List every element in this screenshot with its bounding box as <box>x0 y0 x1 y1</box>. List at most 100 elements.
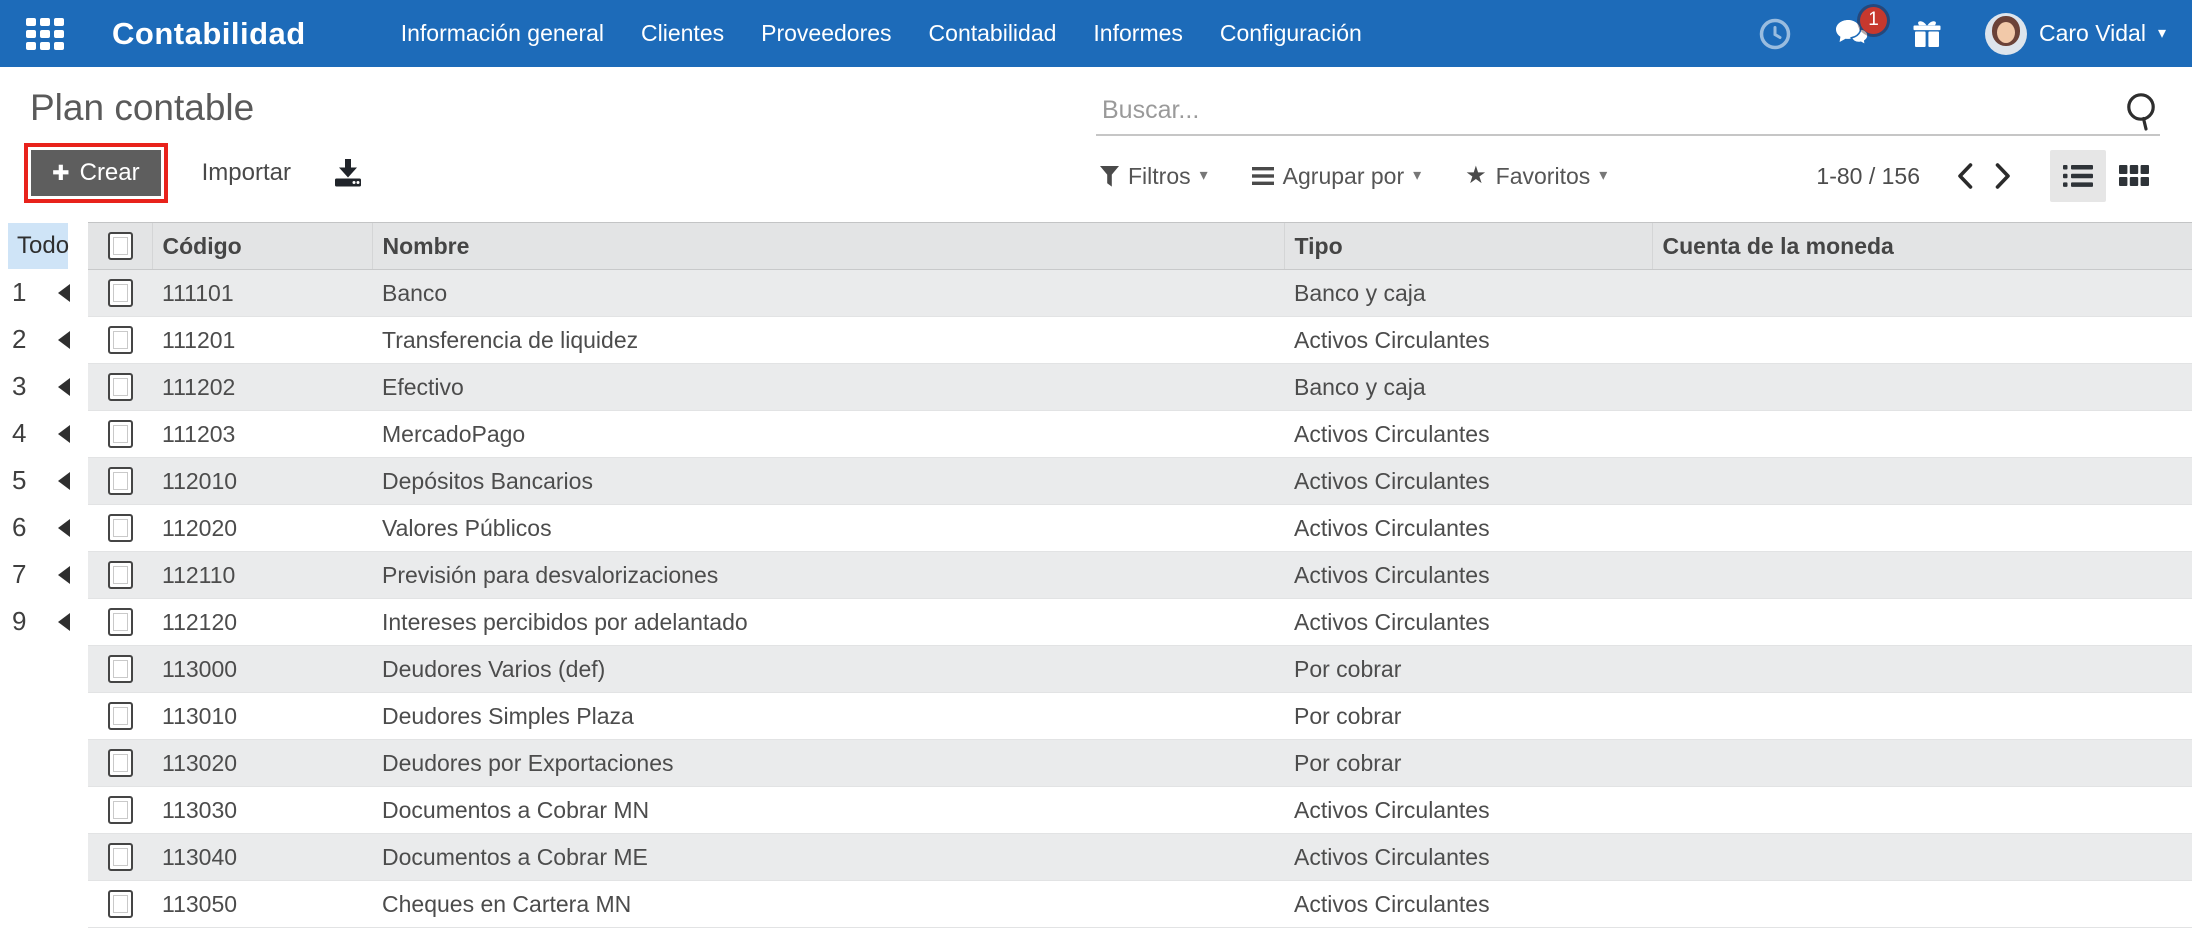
favorites-dropdown[interactable]: ★ Favoritos ▾ <box>1465 163 1607 190</box>
messages-chat-icon[interactable]: 1 <box>1835 19 1869 49</box>
cell-moneda <box>1652 505 2192 552</box>
row-checkbox[interactable] <box>108 420 133 448</box>
row-checkbox[interactable] <box>108 561 133 589</box>
menu-item-clientes[interactable]: Clientes <box>641 20 724 47</box>
cell-nombre: Documentos a Cobrar ME <box>372 834 1284 881</box>
cell-moneda <box>1652 834 2192 881</box>
table-row[interactable]: 113050Cheques en Cartera MNActivos Circu… <box>88 881 2192 928</box>
table-row[interactable]: 111202EfectivoBanco y caja <box>88 364 2192 411</box>
table-row[interactable]: 111203MercadoPagoActivos Circulantes <box>88 411 2192 458</box>
row-checkbox[interactable] <box>108 608 133 636</box>
cell-tipo: Activos Circulantes <box>1284 834 1652 881</box>
sidebar-group-item[interactable]: 2 <box>0 316 88 363</box>
row-checkbox[interactable] <box>108 467 133 495</box>
list-view-button[interactable] <box>2050 150 2106 202</box>
table-row[interactable]: 112010Depósitos BancariosActivos Circula… <box>88 458 2192 505</box>
table-row[interactable]: 113000Deudores Varios (def)Por cobrar <box>88 646 2192 693</box>
row-checkbox[interactable] <box>108 326 133 354</box>
table-row[interactable]: 113030Documentos a Cobrar MNActivos Circ… <box>88 787 2192 834</box>
triangle-left-icon[interactable] <box>58 378 70 396</box>
header-codigo[interactable]: Código <box>152 223 372 270</box>
triangle-left-icon[interactable] <box>58 284 70 302</box>
triangle-left-icon[interactable] <box>58 566 70 584</box>
sidebar-group-item[interactable]: 9 <box>0 598 88 645</box>
table-row[interactable]: 111201Transferencia de liquidezActivos C… <box>88 317 2192 364</box>
sidebar-group-item[interactable]: 7 <box>0 551 88 598</box>
user-menu[interactable]: Caro Vidal ▾ <box>1985 13 2166 55</box>
sidebar-item-todo[interactable]: Todo <box>8 223 68 269</box>
search-input[interactable] <box>1096 88 2110 127</box>
sidebar-group-item[interactable]: 1 <box>0 269 88 316</box>
triangle-left-icon[interactable] <box>58 613 70 631</box>
cell-nombre: Previsión para desvalorizaciones <box>372 552 1284 599</box>
triangle-left-icon[interactable] <box>58 519 70 537</box>
cell-codigo: 111202 <box>152 364 372 411</box>
activities-clock-icon[interactable] <box>1759 18 1791 50</box>
menu-item-configuracion[interactable]: Configuración <box>1220 20 1362 47</box>
cell-nombre: Documentos a Cobrar MN <box>372 787 1284 834</box>
row-select-cell <box>88 552 152 599</box>
cell-moneda <box>1652 552 2192 599</box>
row-checkbox[interactable] <box>108 702 133 730</box>
cell-nombre: Transferencia de liquidez <box>372 317 1284 364</box>
triangle-left-icon[interactable] <box>58 472 70 490</box>
cell-nombre: MercadoPago <box>372 411 1284 458</box>
sidebar-group-item[interactable]: 5 <box>0 457 88 504</box>
user-name: Caro Vidal <box>2039 20 2146 47</box>
header-cuenta-moneda[interactable]: Cuenta de la moneda <box>1652 223 2192 270</box>
cell-nombre: Depósitos Bancarios <box>372 458 1284 505</box>
pager-range: 1-80 / 156 <box>1816 163 1920 190</box>
group-number: 7 <box>12 559 32 590</box>
table-row[interactable]: 111101BancoBanco y caja <box>88 270 2192 317</box>
table-row[interactable]: 112020Valores PúblicosActivos Circulante… <box>88 505 2192 552</box>
sidebar-group-item[interactable]: 6 <box>0 504 88 551</box>
table-row[interactable]: 112120Intereses percibidos por adelantad… <box>88 599 2192 646</box>
row-checkbox[interactable] <box>108 373 133 401</box>
row-checkbox[interactable] <box>108 843 133 871</box>
menu-item-informes[interactable]: Informes <box>1093 20 1182 47</box>
apps-grid-icon[interactable] <box>26 18 64 50</box>
cell-moneda <box>1652 693 2192 740</box>
import-button[interactable]: Importar <box>196 149 297 197</box>
menu-item-contabilidad[interactable]: Contabilidad <box>929 20 1057 47</box>
sidebar-group-item[interactable]: 4 <box>0 410 88 457</box>
cell-moneda <box>1652 411 2192 458</box>
menu-item-informacion-general[interactable]: Información general <box>401 20 604 47</box>
search-icon[interactable] <box>2124 92 2160 137</box>
group-number: 6 <box>12 512 32 543</box>
group-by-dropdown[interactable]: Agrupar por ▾ <box>1252 163 1422 190</box>
row-select-cell <box>88 505 152 552</box>
cell-tipo: Banco y caja <box>1284 270 1652 317</box>
table-row[interactable]: 113010Deudores Simples PlazaPor cobrar <box>88 693 2192 740</box>
accounts-table: Código Nombre Tipo Cuenta de la moneda 1… <box>88 222 2192 928</box>
cell-tipo: Por cobrar <box>1284 740 1652 787</box>
table-row[interactable]: 112110Previsión para desvalorizacionesAc… <box>88 552 2192 599</box>
row-checkbox[interactable] <box>108 655 133 683</box>
app-brand-title[interactable]: Contabilidad <box>112 16 306 52</box>
row-checkbox[interactable] <box>108 514 133 542</box>
table-row[interactable]: 113020Deudores por ExportacionesPor cobr… <box>88 740 2192 787</box>
create-button[interactable]: ✚ Crear <box>31 150 161 196</box>
sidebar-group-item[interactable]: 3 <box>0 363 88 410</box>
select-all-checkbox[interactable] <box>108 232 133 260</box>
cell-moneda <box>1652 458 2192 505</box>
table-row[interactable]: 113040Documentos a Cobrar MEActivos Circ… <box>88 834 2192 881</box>
header-tipo[interactable]: Tipo <box>1284 223 1652 270</box>
menu-item-proveedores[interactable]: Proveedores <box>761 20 891 47</box>
favorites-label: Favoritos <box>1496 163 1591 190</box>
cell-codigo: 111203 <box>152 411 372 458</box>
row-checkbox[interactable] <box>108 796 133 824</box>
gift-icon[interactable] <box>1913 19 1941 49</box>
header-nombre[interactable]: Nombre <box>372 223 1284 270</box>
pager-next-button[interactable] <box>1995 163 2011 189</box>
export-download-icon[interactable] <box>333 159 363 187</box>
triangle-left-icon[interactable] <box>58 425 70 443</box>
cell-codigo: 113020 <box>152 740 372 787</box>
pager-previous-button[interactable] <box>1957 163 1973 189</box>
triangle-left-icon[interactable] <box>58 331 70 349</box>
row-checkbox[interactable] <box>108 279 133 307</box>
kanban-view-button[interactable] <box>2106 150 2162 202</box>
filters-dropdown[interactable]: Filtros ▾ <box>1100 163 1208 190</box>
row-checkbox[interactable] <box>108 749 133 777</box>
row-checkbox[interactable] <box>108 890 133 918</box>
